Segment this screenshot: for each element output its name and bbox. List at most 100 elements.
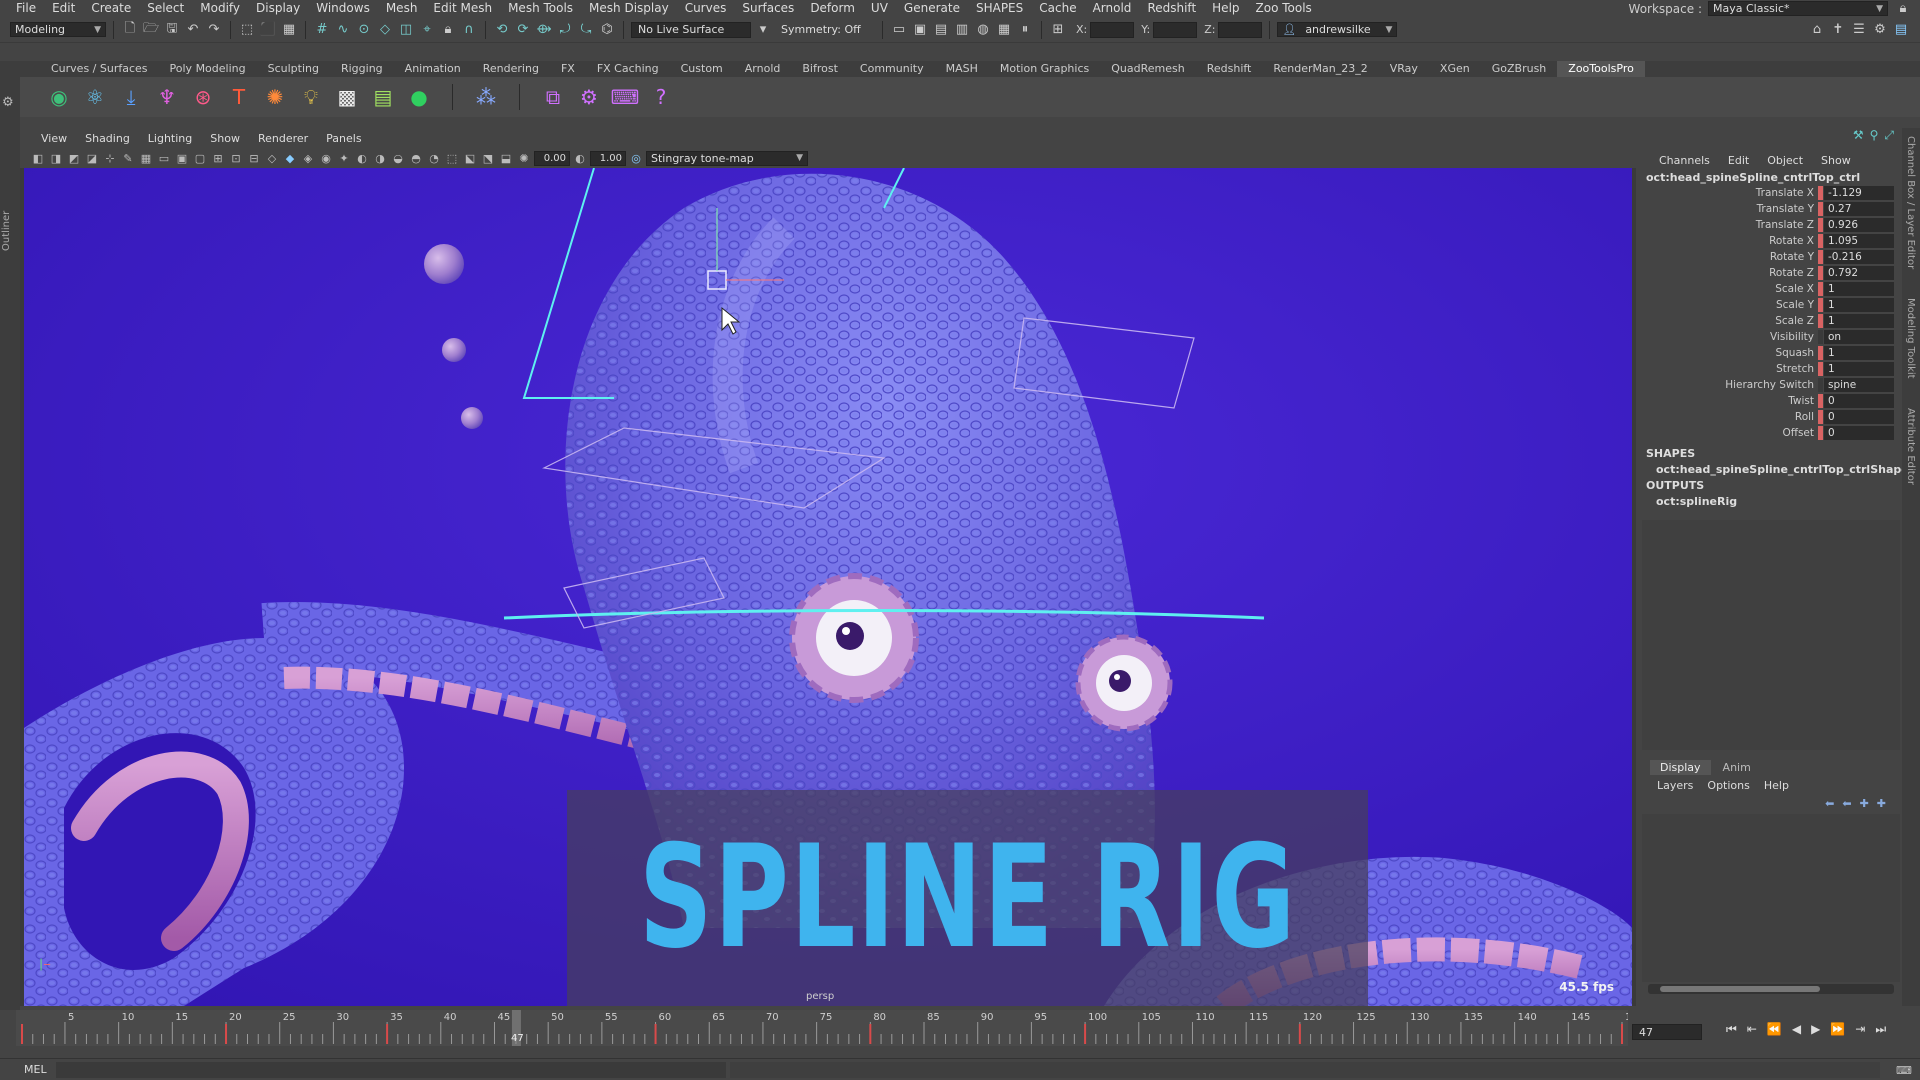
keyframe-tick[interactable]	[1084, 1024, 1087, 1044]
menu-windows[interactable]: Windows	[308, 0, 378, 17]
shelf-tab-poly-modeling[interactable]: Poly Modeling	[159, 61, 257, 77]
new-scene-icon[interactable]: 🗋	[121, 21, 139, 39]
resolution-gate-icon[interactable]: ▣	[174, 150, 190, 166]
open-scene-icon[interactable]: 🗁	[142, 21, 160, 39]
attribute-row[interactable]: Scale Y 1	[1642, 297, 1900, 313]
attribute-name[interactable]: Rotate Z	[1642, 267, 1818, 279]
menu-generate[interactable]: Generate	[896, 0, 968, 17]
gate-mask-icon[interactable]: ▢	[192, 150, 208, 166]
input-mode-icon[interactable]: ⊞	[1049, 21, 1067, 39]
grid-icon[interactable]: ▦	[138, 150, 154, 166]
history-icon[interactable]: ⟲	[493, 21, 511, 39]
workspace-dropdown[interactable]: Maya Classic* ▼	[1708, 1, 1888, 16]
attribute-name[interactable]: Translate Y	[1642, 203, 1818, 215]
zoo-globe-icon[interactable]: ◉	[44, 82, 74, 112]
save-scene-icon[interactable]: 🖫	[163, 21, 181, 39]
attribute-row[interactable]: Stretch 1	[1642, 361, 1900, 377]
channel-box-icon[interactable]: ⚒	[1853, 128, 1864, 144]
xray-active-icon[interactable]: ⬓	[498, 150, 514, 166]
attribute-name[interactable]: Rotate X	[1642, 235, 1818, 247]
tonemap-dropdown[interactable]: Stingray tone-map ▼	[646, 150, 808, 166]
attribute-value-field[interactable]: 1	[1824, 298, 1894, 312]
shelf-tab-redshift[interactable]: Redshift	[1196, 61, 1263, 77]
camera-lock-icon[interactable]: ◨	[48, 150, 64, 166]
vp-menu-view[interactable]: View	[32, 132, 76, 145]
exposure-field[interactable]: 0.00	[534, 150, 570, 166]
attribute-value-field[interactable]: 0	[1824, 394, 1894, 408]
attribute-row[interactable]: Translate Z 0.926	[1642, 217, 1900, 233]
shelf-tab-mash[interactable]: MASH	[935, 61, 989, 77]
shelf-tab-fx-caching[interactable]: FX Caching	[586, 61, 670, 77]
attribute-value-field[interactable]: 1	[1824, 314, 1894, 328]
attribute-value-field[interactable]: -0.216	[1824, 250, 1894, 264]
wireframe-icon[interactable]: ◇	[264, 150, 280, 166]
zoo-settings-icon[interactable]: ⚙	[574, 82, 604, 112]
attribute-name[interactable]: Roll	[1642, 411, 1818, 423]
le-menu-options[interactable]: Options	[1700, 779, 1756, 792]
zoo-clapboard-icon[interactable]: ▤	[368, 82, 398, 112]
magnet-icon[interactable]: ∩	[460, 21, 478, 39]
select-component-icon[interactable]: ▦	[280, 21, 298, 39]
step-forward-frame-icon[interactable]: ⏩	[1830, 1022, 1845, 1037]
menu-deform[interactable]: Deform	[802, 0, 863, 17]
attribute-row[interactable]: Squash 1	[1642, 345, 1900, 361]
attribute-name[interactable]: Visibility	[1642, 331, 1818, 343]
step-back-frame-icon[interactable]: ⏪	[1767, 1022, 1782, 1037]
zoo-keyboard-icon[interactable]: ⌨	[610, 82, 640, 112]
safe-title-icon[interactable]: ⊟	[246, 150, 262, 166]
attribute-row[interactable]: Hierarchy Switch spine	[1642, 377, 1900, 393]
menu-cache[interactable]: Cache	[1031, 0, 1084, 17]
move-layer-up-icon[interactable]: ⬅	[1825, 797, 1834, 810]
attribute-row[interactable]: Translate Y 0.27	[1642, 201, 1900, 217]
hypershade-icon[interactable]: ◍	[974, 21, 992, 39]
zoo-sphere-icon[interactable]: ●	[404, 82, 434, 112]
shelf-tab-zootoolspro[interactable]: ZooToolsPro	[1557, 61, 1645, 77]
vp-menu-lighting[interactable]: Lighting	[139, 132, 201, 145]
tab-channel-box-layer-editor[interactable]: Channel Box / Layer Editor	[1905, 136, 1916, 269]
vp-menu-show[interactable]: Show	[201, 132, 249, 145]
cb-menu-edit[interactable]: Edit	[1719, 154, 1758, 167]
attribute-row[interactable]: Visibility on	[1642, 329, 1900, 345]
keyframe-tick[interactable]	[225, 1024, 228, 1044]
render-view-icon[interactable]: ▭	[890, 21, 908, 39]
menu-mesh[interactable]: Mesh	[378, 0, 426, 17]
undo-icon[interactable]: ↶	[184, 21, 202, 39]
menu-arnold[interactable]: Arnold	[1085, 0, 1140, 17]
live-surface-field[interactable]: No Live Surface	[631, 21, 751, 38]
menu-uv[interactable]: UV	[863, 0, 896, 17]
shelf-tab-arnold[interactable]: Arnold	[734, 61, 792, 77]
attribute-value-field[interactable]: 0	[1824, 410, 1894, 424]
shelf-tab-bifrost[interactable]: Bifrost	[791, 61, 849, 77]
attribute-name[interactable]: Scale Z	[1642, 315, 1818, 327]
select-hierarchy-icon[interactable]: ⬚	[238, 21, 256, 39]
snap-projected-icon[interactable]: ◇	[376, 21, 394, 39]
attribute-row[interactable]: Translate X -1.129	[1642, 185, 1900, 201]
menu-file[interactable]: File	[8, 0, 44, 17]
keyframe-tick[interactable]	[1621, 1024, 1623, 1044]
le-menu-layers[interactable]: Layers	[1650, 779, 1700, 792]
snap-view-plane-icon[interactable]: ◫	[397, 21, 415, 39]
shape-node[interactable]: oct:head_spineSpline_cntrlTop_ctrlShape	[1646, 462, 1909, 478]
film-gate-icon[interactable]: ▭	[156, 150, 172, 166]
gear-icon[interactable]: ⚙	[2, 95, 14, 110]
menu-shapes[interactable]: SHAPES	[968, 0, 1031, 17]
xray-joints-icon[interactable]: ⬔	[480, 150, 496, 166]
ambient-occlusion-icon[interactable]: ◑	[372, 150, 388, 166]
y-field[interactable]	[1153, 21, 1198, 38]
zoo-checker-icon[interactable]: ▩	[332, 82, 362, 112]
color-management-icon[interactable]: ◎	[628, 150, 644, 166]
keyframe-tick[interactable]	[869, 1024, 872, 1044]
snap-lock-icon[interactable]: 🔒︎	[439, 21, 457, 39]
octopus-eye-right[interactable]	[1075, 634, 1173, 732]
attribute-row[interactable]: Scale X 1	[1642, 281, 1900, 297]
cb-menu-object[interactable]: Object	[1758, 154, 1812, 167]
tab-anim[interactable]: Anim	[1713, 760, 1761, 775]
play-back-icon[interactable]: ◀	[1792, 1022, 1801, 1037]
attribute-row[interactable]: Rotate Y -0.216	[1642, 249, 1900, 265]
viewport-canvas[interactable]: SPLINE RIG │─ persp 45.5 fps	[24, 168, 1632, 1006]
keyframe-tick[interactable]	[1298, 1024, 1301, 1044]
select-object-icon[interactable]: ⬛	[259, 21, 277, 39]
attribute-row[interactable]: Twist 0	[1642, 393, 1900, 409]
zoo-grid-icon[interactable]: ⁂	[471, 82, 501, 112]
attribute-value-field[interactable]: 0.792	[1824, 266, 1894, 280]
